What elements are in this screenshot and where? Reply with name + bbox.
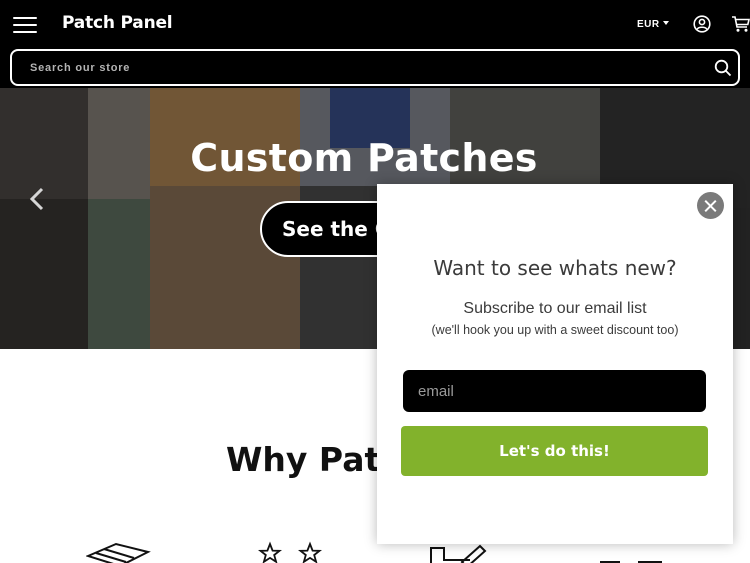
chevron-left-icon[interactable] [28, 186, 46, 212]
currency-selector[interactable]: EUR [637, 19, 669, 30]
subscribe-button[interactable]: Let's do this! [401, 426, 708, 476]
stars-icon [258, 541, 322, 563]
popup-subtitle: Subscribe to our email list [463, 300, 647, 317]
popup-note: (we'll hook you up with a sweet discount… [431, 323, 679, 337]
caret-down-icon [662, 21, 669, 25]
hamburger-icon[interactable] [13, 16, 37, 34]
user-circle-icon[interactable] [693, 15, 711, 33]
cart-icon[interactable] [731, 15, 750, 33]
currency-label: EUR [637, 19, 660, 30]
newsletter-popup: Want to see whats new? Subscribe to our … [377, 184, 733, 544]
page: Patch Panel EUR Search our store Custom … [0, 0, 750, 563]
search-bar [10, 49, 740, 86]
email-field[interactable] [403, 370, 706, 412]
section-title: Why Patc [226, 440, 400, 479]
box-icon [86, 542, 151, 563]
site-logo[interactable]: Patch Panel [62, 13, 173, 33]
search-input[interactable] [30, 60, 680, 76]
site-header: Patch Panel EUR [0, 0, 750, 88]
search-icon[interactable] [714, 59, 732, 77]
close-icon[interactable] [697, 192, 724, 219]
popup-title: Want to see whats new? [433, 256, 677, 280]
hero-title: Custom Patches [190, 136, 538, 180]
